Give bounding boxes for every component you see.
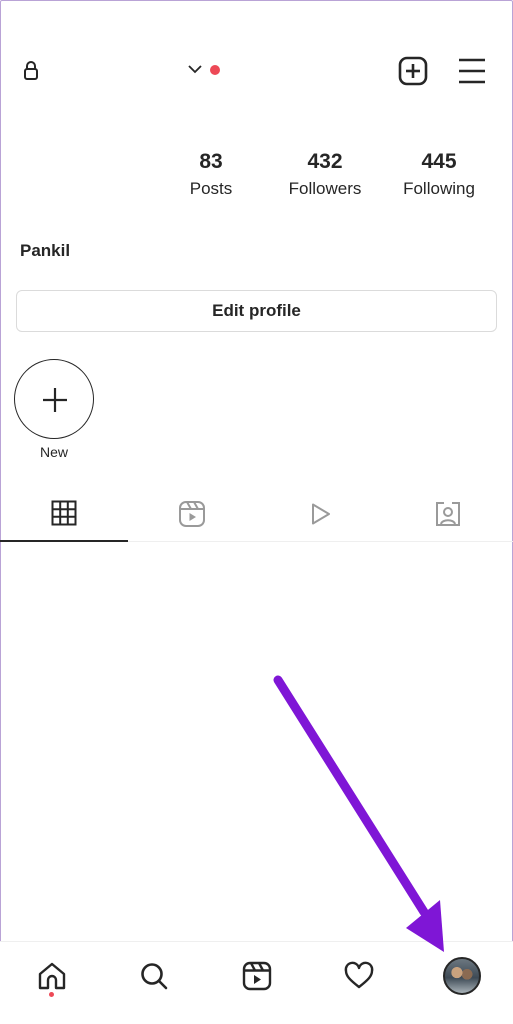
profile-avatar [443,957,481,995]
plus-icon [43,388,67,412]
nav-home[interactable] [32,956,72,996]
home-icon [38,962,66,990]
reels-icon [242,961,272,991]
heart-icon [344,961,374,989]
tab-reels[interactable] [128,485,256,542]
chevron-down-icon [186,60,204,83]
followers-count: 432 [307,150,343,173]
reels-icon [179,500,205,527]
tab-tagged[interactable] [384,485,512,542]
followers-stat[interactable]: 432 Followers [265,148,385,202]
hamburger-menu-icon [459,58,485,84]
new-highlight-label: New [39,444,68,460]
account-switcher[interactable] [186,60,226,82]
posts-count: 83 [199,150,223,173]
notification-dot [210,65,220,75]
create-button[interactable] [397,55,429,87]
profile-name: Pankil [20,241,71,260]
top-bar [0,40,513,100]
lock-icon [20,59,42,81]
nav-profile[interactable] [442,956,482,996]
followers-label: Followers [288,179,362,198]
new-highlight-circle [14,359,94,439]
tab-posts-grid[interactable] [0,485,128,542]
profile-stats: 83 Posts 432 Followers 445 Following [0,148,513,208]
home-notification-dot [49,992,54,997]
new-highlight-button[interactable]: New [14,359,95,464]
nav-reels[interactable] [237,956,277,996]
bottom-nav [0,941,513,1024]
nav-activity[interactable] [339,956,379,996]
posts-stat[interactable]: 83 Posts [151,148,271,202]
profile-tabs [0,485,513,542]
posts-label: Posts [189,179,233,198]
play-icon [312,503,330,524]
tab-video[interactable] [256,485,384,542]
grid-icon [51,500,77,525]
following-label: Following [403,179,475,198]
plus-square-icon [398,56,428,86]
tagged-person-icon [436,501,460,526]
following-count: 445 [421,150,457,173]
following-stat[interactable]: 445 Following [379,148,499,202]
nav-search[interactable] [134,956,174,996]
edit-profile-button[interactable]: Edit profile [16,290,497,332]
menu-button[interactable] [456,56,488,86]
search-icon [141,963,168,990]
